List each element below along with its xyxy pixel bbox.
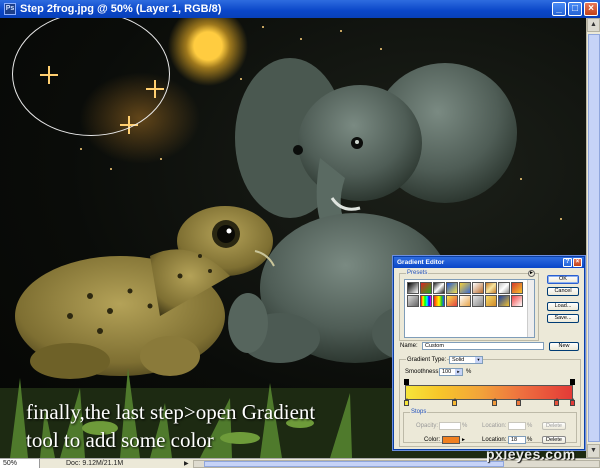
opacity-field[interactable] xyxy=(439,422,461,430)
preset-swatch[interactable] xyxy=(459,295,471,307)
stops-label: Stops xyxy=(410,409,428,415)
preset-swatch[interactable] xyxy=(472,282,484,294)
gradient-type-label: Gradient Type: xyxy=(406,357,448,363)
vertical-scrollbar[interactable]: ▲ ▼ xyxy=(586,18,600,458)
gradient-type-select[interactable]: Solid ▼ xyxy=(449,356,483,364)
window-controls: _ □ × xyxy=(552,2,598,16)
opacity-location-field[interactable] xyxy=(508,422,526,430)
color-stop[interactable] xyxy=(492,398,497,406)
color-stop[interactable] xyxy=(570,398,575,406)
preset-swatch[interactable] xyxy=(433,295,445,307)
color-delete-button[interactable]: Delete xyxy=(542,436,566,444)
minimize-button[interactable]: _ xyxy=(552,2,566,16)
gradient-editor-dialog: Gradient Editor ? × Presets ► OK Cancel … xyxy=(393,256,585,450)
scroll-up-icon[interactable]: ▲ xyxy=(587,18,600,32)
chevron-down-icon: ▼ xyxy=(475,357,482,363)
horizontal-scroll-thumb[interactable] xyxy=(203,460,504,467)
preset-swatch[interactable] xyxy=(485,282,497,294)
star xyxy=(80,148,82,150)
color-stop[interactable] xyxy=(404,398,409,406)
preset-swatch[interactable] xyxy=(407,282,419,294)
cancel-button[interactable]: Cancel xyxy=(547,287,579,296)
star xyxy=(110,168,112,170)
preset-swatch[interactable] xyxy=(420,295,432,307)
color-menu-arrow-icon[interactable]: ► xyxy=(461,437,466,443)
opacity-location-label: Location: xyxy=(482,423,507,429)
preset-swatch[interactable] xyxy=(446,282,458,294)
smoothness-percent: % xyxy=(466,369,472,375)
preset-swatch[interactable] xyxy=(459,282,471,294)
preset-swatch[interactable] xyxy=(407,295,419,307)
smoothness-value: 100 xyxy=(442,369,452,375)
presets-menu-icon[interactable]: ► xyxy=(528,270,535,277)
photoshop-icon: Ps xyxy=(4,3,16,15)
load-button[interactable]: Load... xyxy=(547,302,579,311)
opacity-label: Opacity: xyxy=(416,423,439,429)
preset-swatches xyxy=(407,282,525,307)
smoothness-field[interactable]: 100 ► xyxy=(439,368,463,376)
preset-swatch[interactable] xyxy=(433,282,445,294)
star xyxy=(340,30,342,32)
preset-swatch[interactable] xyxy=(446,295,458,307)
color-location-percent: % xyxy=(527,437,533,443)
color-stop[interactable] xyxy=(516,398,521,406)
gradient-editor-title: Gradient Editor xyxy=(397,259,445,266)
chevron-right-icon: ► xyxy=(455,369,462,375)
zoom-level-field[interactable]: 50% xyxy=(0,459,40,468)
help-button[interactable]: ? xyxy=(563,258,572,267)
color-stop[interactable] xyxy=(554,398,559,406)
opacity-location-percent: % xyxy=(527,423,533,429)
ok-button[interactable]: OK xyxy=(547,275,579,284)
star xyxy=(300,38,302,40)
smoothness-label: Smoothness: xyxy=(405,369,441,375)
preset-swatch[interactable] xyxy=(511,282,523,294)
opacity-delete-button[interactable]: Delete xyxy=(542,422,566,430)
elliptical-selection xyxy=(12,18,170,136)
caption-line-1: finally,the last step>open Gradient xyxy=(26,400,316,424)
scroll-down-icon[interactable]: ▼ xyxy=(587,444,600,458)
preset-swatch[interactable] xyxy=(511,295,523,307)
preset-swatch[interactable] xyxy=(485,295,497,307)
preset-swatch-list xyxy=(404,279,535,338)
star xyxy=(560,218,562,220)
star xyxy=(262,26,264,28)
caption-line-2: tool to add some color xyxy=(26,428,214,452)
preset-swatch[interactable] xyxy=(498,282,510,294)
status-menu-arrow-icon[interactable]: ▶ xyxy=(184,460,189,467)
preset-swatch[interactable] xyxy=(472,295,484,307)
maximize-button[interactable]: □ xyxy=(568,2,582,16)
preset-scrollbar[interactable] xyxy=(527,280,534,337)
gradient-preview-bar[interactable] xyxy=(405,385,573,400)
opacity-percent: % xyxy=(462,423,468,429)
color-location-field[interactable]: 18 xyxy=(508,436,526,444)
color-stop[interactable] xyxy=(452,398,457,406)
document-title: Step 2frog.jpg @ 50% (Layer 1, RGB/8) xyxy=(20,3,222,15)
scroll-thumb[interactable] xyxy=(588,34,600,442)
color-label: Color: xyxy=(424,437,441,443)
preset-swatch[interactable] xyxy=(498,295,510,307)
star xyxy=(160,158,162,160)
presets-group: Presets ► xyxy=(399,270,539,341)
gradient-editor-titlebar[interactable]: Gradient Editor ? × xyxy=(394,257,584,268)
document-titlebar[interactable]: Ps Step 2frog.jpg @ 50% (Layer 1, RGB/8)… xyxy=(0,0,600,18)
name-label: Name: xyxy=(400,343,418,349)
stop-color-swatch[interactable] xyxy=(442,436,460,444)
dialog-close-button[interactable]: × xyxy=(573,258,582,267)
presets-label: Presets xyxy=(406,270,429,276)
color-location-label: Location: xyxy=(482,437,507,443)
gradient-name-field[interactable]: Custom xyxy=(422,342,544,350)
document-size-info: Doc: 9.12M/21.1M xyxy=(66,460,124,467)
gradient-type-value: Solid xyxy=(452,357,465,363)
preset-swatch[interactable] xyxy=(420,282,432,294)
save-button[interactable]: Save... xyxy=(547,314,579,323)
close-button[interactable]: × xyxy=(584,2,598,16)
new-button[interactable]: New xyxy=(549,342,579,351)
tutorial-caption: finally,the last step>open Gradient tool… xyxy=(26,398,396,454)
